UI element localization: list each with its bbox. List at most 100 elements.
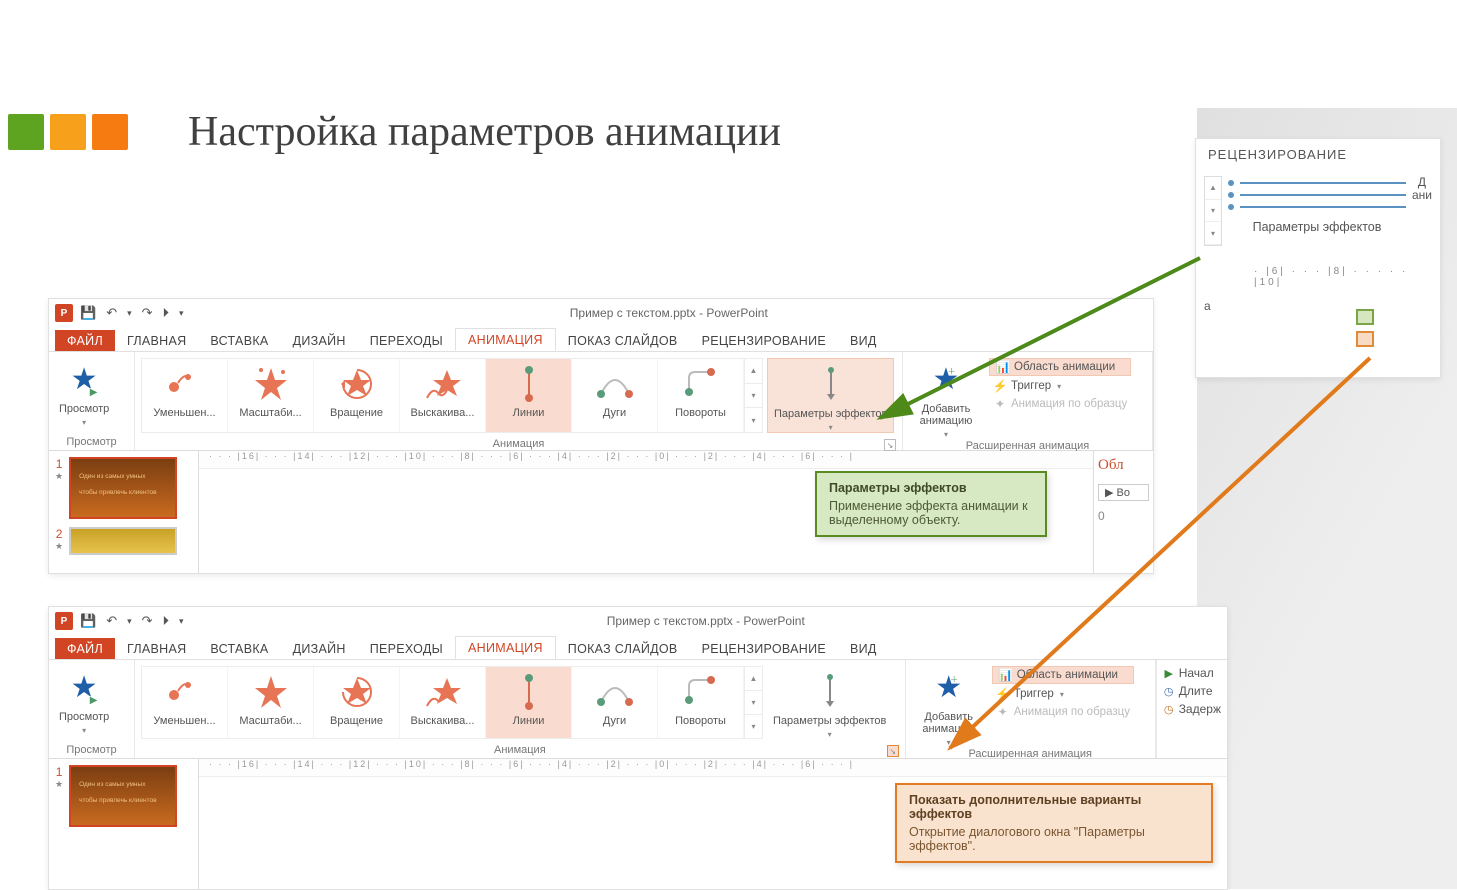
add-animation-button[interactable]: ★＋ Добавить анимацию ▾	[910, 662, 988, 747]
tab-design[interactable]: ДИЗАЙН	[281, 330, 358, 351]
group-animation-label: Анимация ↘	[139, 437, 898, 452]
zoom-ruler: · |6| · · · |8| · · · · · |10|	[1204, 266, 1432, 288]
qat-customize[interactable]: ▾	[176, 308, 187, 319]
qat-start-icon[interactable]: ⏵	[160, 613, 173, 629]
gallery-item-arcs[interactable]: Дуги	[572, 359, 658, 432]
animation-gallery[interactable]: Уменьшен... Масштаби... Вращение Вы	[141, 666, 763, 739]
slide-thumbnails[interactable]: 1 ★ Один из самых умных чтобы привлечь к…	[49, 451, 199, 573]
timing-duration-label[interactable]: Длите	[1179, 684, 1213, 698]
horizontal-ruler: · · · |16| · · · |14| · · · |12| · · · |…	[199, 759, 1227, 777]
clock-icon: ◷	[1163, 685, 1175, 698]
tab-animation[interactable]: АНИМАЦИЯ	[455, 636, 556, 659]
thumb-number: 1	[56, 457, 63, 471]
tab-insert[interactable]: ВСТАВКА	[198, 330, 280, 351]
tab-review[interactable]: РЕЦЕНЗИРОВАНИЕ	[690, 638, 838, 659]
qat-save-icon[interactable]: 💾	[77, 613, 99, 629]
animation-group-launcher[interactable]: ↘	[887, 745, 899, 757]
tab-file[interactable]: ФАЙЛ	[55, 330, 115, 351]
screenshot-dialog-launcher: P 💾 ↶ ▾ ↷ ⏵ ▾ Пример с текстом.pptx - Po…	[48, 606, 1228, 890]
gallery-item-spin[interactable]: Вращение	[314, 667, 400, 738]
window-title: Пример с текстом.pptx - PowerPoint	[191, 614, 1221, 628]
horizontal-ruler: · · · |16| · · · |14| · · · |12| · · · |…	[199, 451, 1093, 469]
group-animation-label: Анимация ↘	[139, 743, 901, 758]
zoom-highlight-green	[1356, 309, 1374, 325]
gallery-item-spin[interactable]: Вращение	[314, 359, 400, 432]
gallery-item-lines[interactable]: Линии	[486, 667, 572, 738]
qat-undo-dd[interactable]: ▾	[124, 616, 135, 627]
tab-transitions[interactable]: ПЕРЕХОДЫ	[358, 638, 455, 659]
qat-undo-dd[interactable]: ▾	[124, 308, 135, 319]
animation-group-launcher[interactable]: ↘	[884, 439, 896, 451]
animation-gallery[interactable]: Уменьшен... Масштаби... Вращение Вы	[141, 358, 763, 433]
zoom-highlight-orange	[1356, 331, 1374, 347]
gallery-item-arcs[interactable]: Дуги	[572, 667, 658, 738]
trigger-button[interactable]: ⚡ Триггер ▾	[989, 378, 1131, 394]
add-animation-button[interactable]: ★＋ Добавить анимацию ▾	[907, 354, 985, 439]
timing-start-label[interactable]: Начал	[1179, 666, 1214, 680]
painter-icon: ✦	[996, 705, 1010, 719]
effect-options-button[interactable]: Параметры эффектов ▾	[767, 666, 892, 739]
thumb-slide-2[interactable]	[69, 527, 177, 555]
preview-button[interactable]: ★▶ Просмотр ▾	[53, 354, 115, 435]
tab-review[interactable]: РЕЦЕНЗИРОВАНИЕ	[690, 330, 838, 351]
tab-home[interactable]: ГЛАВНАЯ	[115, 330, 198, 351]
tab-transitions[interactable]: ПЕРЕХОДЫ	[358, 330, 455, 351]
app-badge-icon: P	[55, 304, 73, 322]
tab-file[interactable]: ФАЙЛ	[55, 638, 115, 659]
gallery-spinner[interactable]: ▲ ▾ ▾	[1204, 176, 1222, 246]
delay-icon: ◷	[1163, 703, 1175, 716]
thumb-anim-icon: ★	[55, 471, 63, 482]
gallery-item-lines[interactable]: Линии	[486, 359, 572, 432]
screenshot-effect-options: P 💾 ↶ ▾ ↷ ⏵ ▾ Пример с текстом.pptx - Po…	[48, 298, 1154, 574]
animation-painter-button[interactable]: ✦ Анимация по образцу	[992, 704, 1134, 720]
gallery-item-turns[interactable]: Повороты	[658, 359, 744, 432]
tab-slideshow[interactable]: ПОКАЗ СЛАЙДОВ	[556, 330, 690, 351]
gallery-item-reduce[interactable]: Уменьшен...	[142, 667, 228, 738]
gallery-item-bounce[interactable]: Выскакива...	[400, 359, 486, 432]
qat-customize[interactable]: ▾	[176, 616, 187, 627]
tab-insert[interactable]: ВСТАВКА	[198, 638, 280, 659]
gallery-item-scale[interactable]: Масштаби...	[228, 359, 314, 432]
animation-painter-button[interactable]: ✦ Анимация по образцу	[989, 396, 1131, 412]
zoom-detail-shot: РЕЦЕНЗИРОВАНИЕ ▲ ▾ ▾ Параметры эффектов …	[1195, 138, 1441, 378]
tab-view[interactable]: ВИД	[838, 330, 889, 351]
tab-design[interactable]: ДИЗАЙН	[281, 638, 358, 659]
timing-group: ▶Начал ◷Длите ◷Задерж	[1156, 660, 1227, 758]
animation-pane-button[interactable]: 📊 Область анимации	[992, 666, 1134, 684]
tooltip-effect-options: Параметры эффектов Применение эффекта ан…	[815, 471, 1047, 537]
thumb-number: 2	[56, 527, 63, 541]
effect-options-button[interactable]: Параметры эффектов ▾	[767, 358, 894, 433]
gallery-item-turns[interactable]: Повороты	[658, 667, 744, 738]
qat-redo-icon[interactable]: ↷	[139, 305, 156, 321]
gallery-scroll[interactable]: ▲ ▾ ▾	[744, 667, 762, 738]
thumb-slide-1[interactable]: Один из самых умных чтобы привлечь клиен…	[69, 765, 177, 827]
pane-timeline-zero: 0	[1098, 509, 1149, 523]
gallery-scroll[interactable]: ▲ ▾ ▾	[744, 359, 762, 432]
gallery-item-reduce[interactable]: Уменьшен...	[142, 359, 228, 432]
qat-undo-icon[interactable]: ↶	[103, 613, 120, 629]
preview-button[interactable]: ★▶ Просмотр ▾	[53, 662, 115, 743]
zoom-effect-options-label: Параметры эффектов	[1253, 220, 1382, 234]
thumb-number: 1	[56, 765, 63, 779]
animation-pane-button[interactable]: 📊 Область анимации	[989, 358, 1131, 376]
trigger-button[interactable]: ⚡ Триггер ▾	[992, 686, 1134, 702]
animation-task-pane: Обл ▶ Во 0	[1093, 451, 1153, 573]
tab-animation[interactable]: АНИМАЦИЯ	[455, 328, 556, 351]
thumb-slide-1[interactable]: Один из самых умных чтобы привлечь клиен…	[69, 457, 177, 519]
pane-play-button[interactable]: ▶ Во	[1098, 484, 1149, 501]
thumb-anim-icon: ★	[55, 541, 63, 552]
zoom-left-cut: а	[1204, 299, 1211, 313]
app-badge-icon: P	[55, 612, 73, 630]
gallery-item-bounce[interactable]: Выскакива...	[400, 667, 486, 738]
gallery-item-scale[interactable]: Масштаби...	[228, 667, 314, 738]
timing-delay-label[interactable]: Задерж	[1179, 702, 1221, 716]
qat-start-icon[interactable]: ⏵	[160, 305, 173, 321]
qat-redo-icon[interactable]: ↷	[139, 613, 156, 629]
qat-save-icon[interactable]: 💾	[77, 305, 99, 321]
tab-home[interactable]: ГЛАВНАЯ	[115, 638, 198, 659]
window-title: Пример с текстом.pptx - PowerPoint	[191, 306, 1147, 320]
group-preview-label: Просмотр	[53, 743, 130, 758]
tab-slideshow[interactable]: ПОКАЗ СЛАЙДОВ	[556, 638, 690, 659]
tab-view[interactable]: ВИД	[838, 638, 889, 659]
qat-undo-icon[interactable]: ↶	[103, 305, 120, 321]
